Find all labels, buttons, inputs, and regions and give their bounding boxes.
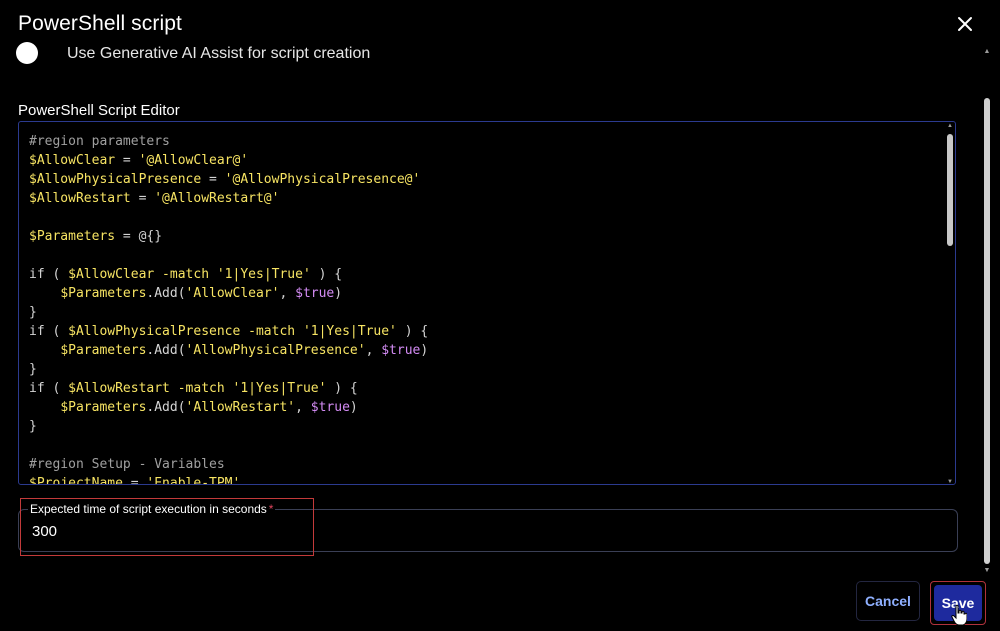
code-token: , — [279, 286, 296, 301]
script-editor[interactable]: #region parameters $AllowClear = '@AllowC… — [18, 121, 956, 485]
code-token: '@AllowRestart@' — [154, 191, 280, 206]
code-token: -match — [240, 324, 303, 339]
code-line: if ( $AllowPhysicalPresence -match '1|Ye… — [29, 322, 428, 341]
code-token: $AllowRestart — [68, 381, 170, 396]
code-token: } — [29, 362, 37, 377]
code-token: $AllowPhysicalPresence — [29, 172, 202, 187]
code-token: } — [29, 419, 37, 434]
code-token: '@AllowClear@' — [138, 153, 249, 168]
code-token: 'Enable-TPM' — [146, 476, 241, 485]
code-line: } — [29, 360, 428, 379]
code-line: #region Setup - Variables — [29, 455, 428, 474]
code-token: = — [122, 476, 147, 485]
editor-scrollbar[interactable]: ▲ ▼ — [947, 123, 953, 484]
code-token: '@AllowPhysicalPresence@' — [224, 172, 421, 187]
code-token: #region Setup - Variables — [29, 457, 225, 472]
dialog-title: PowerShell script — [18, 12, 182, 35]
code-line: } — [29, 417, 428, 436]
code-token: = @{} — [115, 229, 163, 244]
close-icon[interactable] — [953, 12, 977, 36]
code-token: $ProjectName — [29, 476, 123, 485]
code-token: $Parameters — [60, 400, 147, 415]
code-token: ) — [349, 400, 358, 415]
code-token: #region parameters — [29, 134, 170, 149]
code-token: '1|Yes|True' — [302, 324, 397, 339]
code-token: $Parameters — [29, 229, 116, 244]
editor-scroll-up-icon[interactable]: ▲ — [947, 123, 953, 129]
dialog-scroll-thumb[interactable] — [984, 98, 990, 564]
code-token: ) — [420, 343, 429, 358]
code-token: ( — [44, 381, 69, 396]
genai-toggle-label: Use Generative AI Assist for script crea… — [67, 45, 371, 62]
code-token: if — [29, 381, 45, 396]
code-token: if — [29, 267, 45, 282]
dialog-scrollbar[interactable]: ▲ ▼ — [983, 48, 991, 574]
code-token: $AllowPhysicalPresence — [68, 324, 241, 339]
code-token: -match — [169, 381, 233, 396]
script-code[interactable]: #region parameters $AllowClear = '@AllowC… — [29, 132, 428, 485]
code-token: .Add( — [146, 286, 186, 301]
code-token: ) { — [396, 324, 429, 339]
code-line: $Parameters.Add('AllowRestart', $true) — [29, 398, 428, 417]
code-token: $Parameters — [60, 286, 147, 301]
dialog-scroll-down-icon[interactable]: ▼ — [983, 567, 991, 574]
code-line: $Parameters.Add('AllowPhysicalPresence',… — [29, 341, 428, 360]
code-token: $true — [381, 343, 421, 358]
code-line: $ProjectName = 'Enable-TPM' — [29, 474, 428, 485]
editor-scroll-thumb[interactable] — [947, 134, 953, 246]
code-token: $Parameters — [60, 343, 147, 358]
code-token: = — [201, 172, 225, 187]
genai-assist-row: Use Generative AI Assist for script crea… — [14, 40, 974, 66]
code-token: $AllowRestart — [29, 191, 131, 206]
code-token: , — [365, 343, 382, 358]
code-token: ( — [44, 267, 69, 282]
editor-scroll-down-icon[interactable]: ▼ — [947, 479, 953, 484]
code-line: if ( $AllowClear -match '1|Yes|True' ) { — [29, 265, 428, 284]
dialog-scroll-up-icon[interactable]: ▲ — [983, 48, 991, 55]
code-line: } — [29, 303, 428, 322]
field-highlight-box — [20, 498, 314, 556]
code-token: ) — [334, 286, 343, 301]
cancel-button[interactable]: Cancel — [856, 581, 920, 621]
code-token: 'AllowClear' — [185, 286, 280, 301]
code-token: -match — [154, 267, 217, 282]
code-token: $AllowClear — [68, 267, 155, 282]
genai-toggle[interactable] — [16, 42, 38, 64]
code-token: ) { — [326, 381, 358, 396]
code-line: if ( $AllowRestart -match '1|Yes|True' )… — [29, 379, 428, 398]
code-line: $Parameters.Add('AllowClear', $true) — [29, 284, 428, 303]
code-token: .Add( — [146, 400, 186, 415]
code-token: ( — [44, 324, 69, 339]
code-line: $AllowClear = '@AllowClear@' — [29, 151, 428, 170]
code-line: $AllowRestart = '@AllowRestart@' — [29, 189, 428, 208]
code-token: .Add( — [146, 343, 186, 358]
code-token: 'AllowRestart' — [185, 400, 296, 415]
code-token: $true — [310, 400, 350, 415]
code-token: , — [295, 400, 311, 415]
editor-label: PowerShell Script Editor — [18, 102, 180, 119]
code-token: = — [130, 191, 155, 206]
code-token: if — [29, 324, 45, 339]
code-token: 'AllowPhysicalPresence' — [185, 343, 366, 358]
code-token: '1|Yes|True' — [216, 267, 311, 282]
hand-cursor-icon — [951, 604, 967, 626]
code-line: $AllowPhysicalPresence = '@AllowPhysical… — [29, 170, 428, 189]
code-line: #region parameters — [29, 132, 428, 151]
code-token: = — [115, 153, 139, 168]
code-token: } — [29, 305, 37, 320]
code-line: $Parameters = @{} — [29, 227, 428, 246]
code-token: $AllowClear — [29, 153, 116, 168]
code-token: ) { — [310, 267, 343, 282]
code-token: $true — [295, 286, 335, 301]
code-token: '1|Yes|True' — [232, 381, 327, 396]
